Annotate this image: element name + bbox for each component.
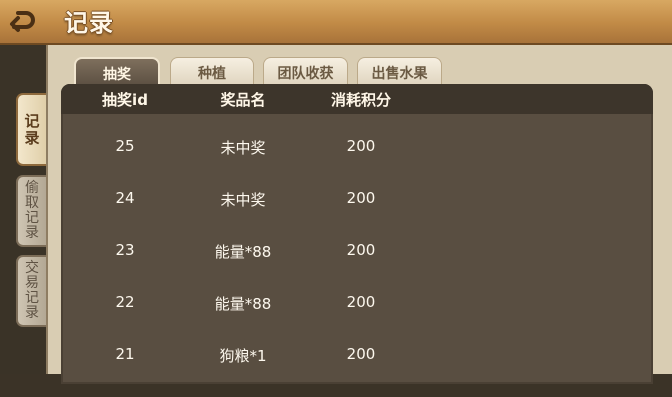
tab-team-harvest[interactable]: 团队收获 [263,57,348,87]
header-bar: 记录 [0,0,672,45]
cell-prize-name: 未中奖 [220,139,266,157]
side-tab-char: 录 [25,305,39,321]
table-row: 22 能量*88 200 [61,293,653,345]
cell-lottery-id: 23 [115,241,135,259]
side-tab-steal-records[interactable]: 偷 取 记 录 [16,175,46,247]
side-tab-char: 交 [25,260,39,276]
side-tab-trade-records[interactable]: 交 易 记 录 [16,255,46,327]
cell-lottery-id: 22 [115,293,135,311]
side-tab-char: 记 [25,210,39,226]
cell-points-cost: 200 [346,137,376,155]
side-tab-char: 取 [25,195,39,211]
cell-prize-name: 狗粮*1 [219,347,267,365]
cell-prize-name: 未中奖 [220,191,266,209]
record-table: 抽奖id 奖品名 消耗积分 25 未中奖 200 24 未中奖 200 23 能… [61,84,653,384]
tab-planting[interactable]: 种植 [170,57,254,87]
page-title: 记录 [64,9,114,37]
side-tab-char: 记 [24,111,40,130]
side-tab-char: 偷 [25,180,39,196]
side-tab-char: 录 [24,128,40,147]
back-button[interactable] [6,8,38,38]
column-header-prize-name: 奖品名 [220,91,266,109]
column-header-points-cost: 消耗积分 [330,91,391,109]
side-tab-char: 易 [25,275,39,291]
side-tab-char: 录 [25,225,39,241]
side-tab-records[interactable]: 记 录 [16,93,46,166]
tab-sell-fruit[interactable]: 出售水果 [357,57,442,87]
side-tab-char: 记 [25,290,39,306]
cell-prize-name: 能量*88 [214,295,272,313]
table-header: 抽奖id 奖品名 消耗积分 [61,84,653,114]
cell-points-cost: 200 [346,189,376,207]
cell-prize-name: 能量*88 [214,243,272,261]
table-row: 25 未中奖 200 [61,137,653,189]
cell-lottery-id: 25 [115,137,135,155]
cell-lottery-id: 24 [115,189,135,207]
table-row: 24 未中奖 200 [61,189,653,241]
column-header-lottery-id: 抽奖id [102,91,148,109]
cell-points-cost: 200 [346,293,376,311]
table-row: 23 能量*88 200 [61,241,653,293]
cell-points-cost: 200 [346,241,376,259]
table-row: 21 狗粮*1 200 [61,345,653,397]
tab-lottery[interactable]: 抽奖 [74,57,160,87]
cell-points-cost: 200 [346,345,376,363]
cell-lottery-id: 21 [115,345,135,363]
back-arrow-icon [8,9,36,37]
